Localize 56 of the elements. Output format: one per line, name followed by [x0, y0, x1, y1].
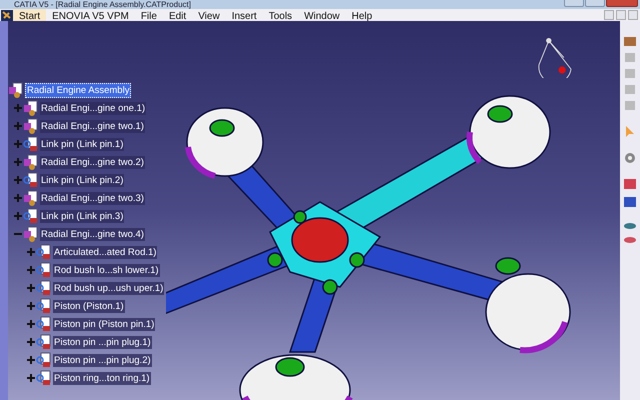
minimize-button[interactable] [564, 0, 584, 7]
menu-item[interactable]: Insert [226, 9, 263, 21]
tree-item[interactable]: Articulated...ated Rod.1) [53, 246, 158, 258]
maximize-button[interactable] [585, 0, 605, 7]
close-button[interactable] [606, 0, 638, 7]
tree-item[interactable]: Radial Engi...gine two.1) [40, 120, 145, 132]
tree-item[interactable]: Link pin (Link pin.2) [40, 174, 124, 186]
menu-item[interactable]: ENOVIA V5 VPM [46, 9, 135, 21]
part-icon [36, 244, 52, 260]
expand-icon[interactable] [27, 284, 35, 292]
part-icon [36, 298, 52, 314]
tree-item[interactable]: Rod bush lo...sh lower.1) [53, 264, 160, 276]
tree-item[interactable]: Piston pin ...pin plug.2) [53, 354, 152, 366]
menu-item[interactable]: View [192, 9, 226, 21]
tree-item[interactable]: Piston ring...ton ring.1) [53, 372, 151, 384]
menu-item[interactable]: Window [298, 9, 346, 21]
menu-item[interactable]: Start [13, 9, 46, 21]
expand-icon[interactable] [27, 338, 35, 346]
expand-icon[interactable] [27, 266, 35, 274]
menu-item[interactable]: Help [346, 9, 378, 21]
tree-item[interactable]: Link pin (Link pin.3) [40, 210, 124, 222]
doc-restore-button[interactable] [616, 10, 626, 20]
expand-icon[interactable] [27, 356, 35, 364]
part-icon [36, 370, 52, 386]
tree-item[interactable]: Rod bush up...ush uper.1) [53, 282, 164, 294]
tree-item[interactable]: Piston (Piston.1) [53, 300, 125, 312]
app-logo-icon [1, 10, 13, 20]
tree-item[interactable]: Radial Engi...gine two.3) [40, 192, 145, 204]
tree-item[interactable]: Radial Engi...gine two.2) [40, 156, 145, 168]
tree-item[interactable]: Radial Engi...gine one.1) [40, 102, 146, 114]
part-icon [36, 352, 52, 368]
doc-minimize-button[interactable] [604, 10, 614, 20]
part-icon [36, 316, 52, 332]
window-title: CATIA V5 - [Radial Engine Assembly.CATProduct] [14, 0, 191, 9]
menu-item[interactable]: Edit [162, 9, 192, 21]
tree-item[interactable]: Radial Engine Assembly [25, 82, 132, 98]
part-icon [36, 334, 52, 350]
doc-close-button[interactable] [628, 10, 638, 20]
expand-icon[interactable] [27, 374, 35, 382]
pointer-icon[interactable] [623, 125, 637, 139]
part-icon [36, 262, 52, 278]
part-icon [23, 208, 39, 224]
part-icon [36, 280, 52, 296]
menu-item[interactable]: File [134, 9, 163, 21]
part-icon [23, 136, 39, 152]
menu-item[interactable]: Tools [262, 9, 298, 21]
expand-icon[interactable] [27, 248, 35, 256]
expand-icon[interactable] [27, 302, 35, 310]
tree-item[interactable]: Piston pin (Piston pin.1) [53, 318, 156, 330]
part-icon [23, 172, 39, 188]
collapse-icon[interactable] [14, 230, 22, 238]
tree-item[interactable]: Link pin (Link pin.1) [40, 138, 124, 150]
gear-icon[interactable] [623, 151, 637, 165]
tree-item[interactable]: Piston pin ...pin plug.1) [53, 336, 152, 348]
tree-item[interactable]: Radial Engi...gine two.4) [40, 228, 145, 240]
expand-icon[interactable] [27, 320, 35, 328]
